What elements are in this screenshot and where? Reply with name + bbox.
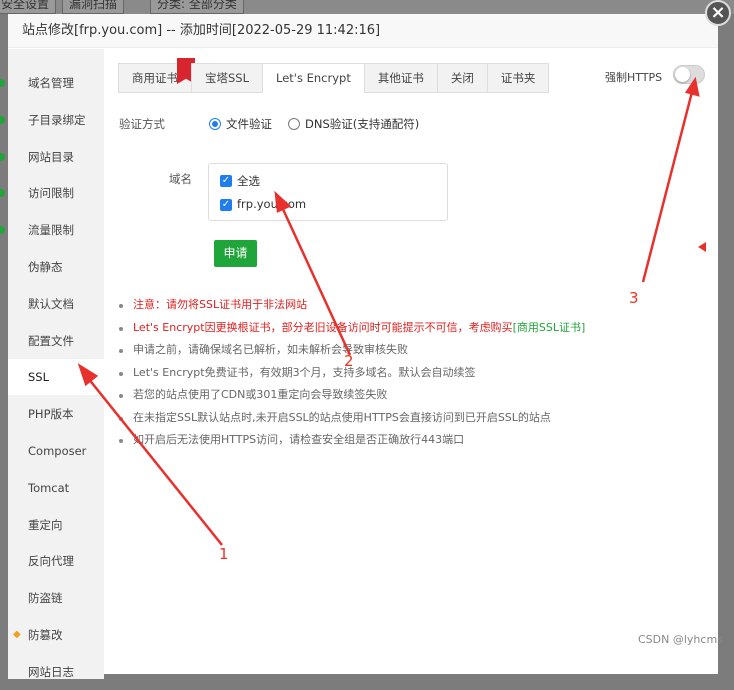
modal-title: 站点修改[frp.you.com] -- 添加时间[2022-05-29 11:… (8, 14, 718, 48)
sidebar-item[interactable]: ◆ 防篡改 (8, 617, 104, 653)
apply-button[interactable]: 申请 (214, 240, 257, 267)
sidebar-item-label: 域名管理 (28, 76, 74, 90)
sidebar-item-label: Tomcat (28, 480, 70, 495)
close-icon[interactable]: × (705, 0, 731, 26)
commercial-ssl-link[interactable]: [商用SSL证书] (513, 321, 586, 334)
status-dot (0, 115, 5, 124)
tab-baota-ssl[interactable]: 宝塔SSL (191, 63, 263, 93)
sidebar-item-label: 访问限制 (28, 186, 74, 201)
sidebar-item[interactable]: 子目录绑定 (8, 102, 104, 138)
sidebar-item-label: 配置文件 (28, 333, 74, 348)
select-all-checkbox[interactable]: ✓ (220, 175, 232, 187)
domain-list: ✓ 全选 ✓ frp.you.com (208, 163, 448, 221)
sidebar-item[interactable]: 流量限制 (8, 212, 104, 248)
status-dot (0, 189, 5, 198)
site-edit-modal: 站点修改[frp.you.com] -- 添加时间[2022-05-29 11:… (0, 14, 718, 679)
domain-label: 域名 (169, 172, 192, 186)
tab-commercial-cert[interactable]: 商用证书 (118, 58, 195, 93)
sidebar-item[interactable]: 默认文档 (8, 286, 104, 322)
domain-checkbox[interactable]: ✓ (220, 199, 232, 211)
radio-dns-verify[interactable] (288, 118, 300, 130)
bg-vuln-scan: 漏洞扫描 (62, 0, 125, 14)
tab-close[interactable]: 关闭 (436, 63, 487, 93)
sidebar-item-label: 子目录绑定 (28, 112, 86, 127)
sidebar: 域名管理子目录绑定网站目录访问限制流量限制伪静态默认文档配置文件 SSL PHP版本… (0, 49, 104, 679)
sidebar-item[interactable]: 域名管理 (8, 65, 104, 101)
annotation-3: 3 (629, 289, 639, 307)
tab-lets-encrypt[interactable]: Let's Encrypt (262, 63, 364, 93)
domain-item[interactable]: frp.you.com (237, 197, 306, 211)
sidebar-item[interactable]: 网站日志 (8, 654, 104, 690)
sidebar-item[interactable]: 配置文件 (8, 323, 104, 359)
sidebar-item-label: 防盗链 (28, 591, 63, 606)
status-dot (0, 226, 5, 235)
sidebar-item[interactable]: SSL (8, 359, 104, 396)
note-item: 注意：请勿将SSL证书用于非法网站 (118, 294, 585, 317)
bg-security-settings: 安全设置 (0, 0, 57, 14)
sidebar-item[interactable]: 访问限制 (8, 175, 104, 211)
sidebar-item-label: 重定向 (28, 517, 63, 532)
sidebar-item[interactable]: Composer (8, 433, 104, 469)
sidebar-item[interactable]: PHP版本 (8, 396, 104, 432)
force-https-toggle[interactable] (673, 65, 705, 84)
note-item: 如开启后无法使用HTTPS访问，请检查安全组是否正确放行443端口 (118, 429, 585, 452)
sidebar-item[interactable]: 伪静态 (8, 249, 104, 285)
sidebar-item[interactable]: Tomcat (8, 470, 104, 506)
sidebar-item[interactable]: 反向代理 (8, 543, 104, 579)
sidebar-item-label: 伪静态 (28, 260, 63, 274)
dns-verify-label[interactable]: DNS验证(支持通配符) (305, 116, 419, 132)
sidebar-item-label: 网站日志 (28, 664, 74, 679)
note-text: Let's Encrypt因更换根证书，部分老旧设备访问时可能提示不可信，考虑购… (133, 320, 513, 334)
gem-icon: ◆ (13, 629, 21, 640)
sidebar-item[interactable]: 重定向 (8, 507, 104, 543)
force-https-label: 强制HTTPS (605, 71, 663, 84)
sidebar-item-label: 默认文档 (28, 296, 74, 311)
tab-label: 商用证书 (132, 71, 178, 85)
select-all-label[interactable]: 全选 (237, 173, 260, 189)
note-item: 在未指定SSL默认站点时,未开启SSL的站点使用HTTPS会直接访问到已开启SS… (118, 407, 585, 430)
tab-cert-folder[interactable]: 证书夹 (486, 63, 550, 93)
radio-file-verify[interactable] (209, 118, 221, 130)
annotation-1: 1 (219, 545, 229, 563)
status-dot (0, 79, 5, 87)
tab-other-cert[interactable]: 其他证书 (363, 63, 437, 93)
sidebar-item-label: PHP版本 (28, 407, 74, 422)
ssl-tabs: 商用证书 宝塔SSL Let's Encrypt 其他证书 关闭 证书夹 (118, 58, 550, 93)
sidebar-item-label: 防篡改 (28, 628, 63, 642)
background-toolbar: 安全设置 漏洞扫描 分类: 全部分类 (0, 0, 734, 14)
status-dot (0, 152, 5, 161)
verify-method-label: 验证方式 (119, 117, 165, 131)
sidebar-item-label: Composer (28, 444, 87, 458)
notes-list: 注意：请勿将SSL证书用于非法网站 Let's Encrypt因更换根证书，部分… (118, 294, 585, 452)
sidebar-item-label: 反向代理 (28, 554, 74, 569)
note-item: Let's Encrypt因更换根证书，部分老旧设备访问时可能提示不可信，考虑购… (118, 317, 585, 340)
watermark: CSDN @lyhcms (638, 633, 723, 646)
file-verify-label[interactable]: 文件验证 (226, 116, 272, 132)
annotation-2: 2 (344, 352, 354, 370)
sidebar-item-label: SSL (28, 370, 50, 385)
bg-category: 分类: 全部分类 (150, 0, 244, 14)
sidebar-item-label: 流量限制 (28, 223, 74, 238)
note-item: 若您的站点使用了CDN或301重定向会导致续签失败 (118, 384, 585, 407)
sidebar-item-label: 网站目录 (28, 149, 74, 164)
sidebar-item[interactable]: 防盗链 (8, 580, 104, 616)
sidebar-item[interactable]: 网站目录 (8, 139, 104, 175)
